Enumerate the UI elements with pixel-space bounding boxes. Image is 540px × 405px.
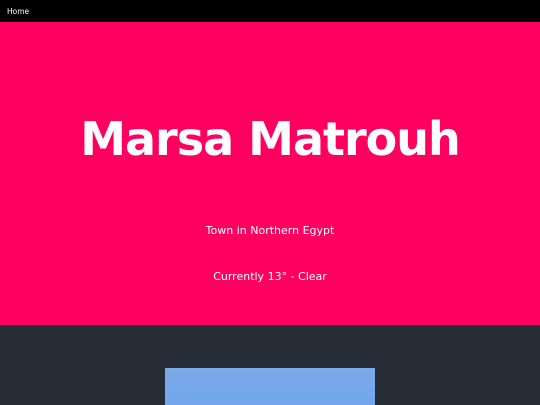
nav-home-link[interactable]: Home — [7, 7, 29, 16]
hero-section: Marsa Matrouh Town in Northern Egypt Cur… — [0, 22, 540, 325]
current-weather: Currently 13° - Clear — [213, 270, 327, 283]
content-section — [0, 325, 540, 405]
location-description: Town in Northern Egypt — [205, 224, 335, 237]
top-nav-bar: Home — [0, 0, 540, 22]
page-title: Marsa Matrouh — [80, 112, 461, 166]
location-image — [165, 368, 375, 405]
